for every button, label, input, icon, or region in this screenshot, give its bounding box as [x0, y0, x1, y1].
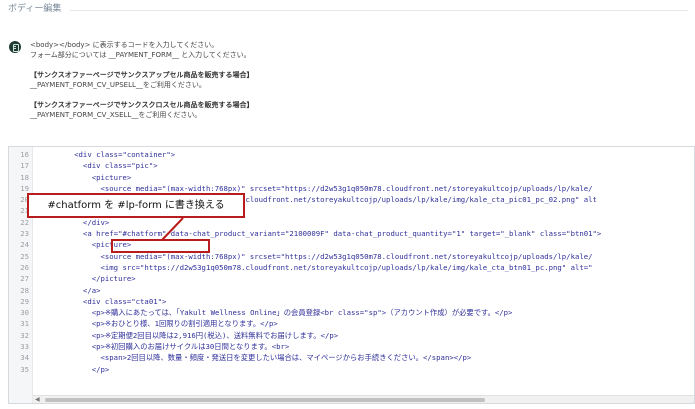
code-text[interactable]: <span>2回目以降、数量・頻度・発送日を変更したい場合は、マイページからお手… — [39, 352, 472, 363]
line-number: 22 — [20, 217, 29, 227]
code-line[interactable]: 18 <picture> — [9, 172, 694, 183]
line-number: 18 — [20, 172, 29, 182]
code-line[interactable]: 27 </picture> — [9, 273, 694, 284]
section-title: ボディー編集 — [8, 4, 62, 14]
line-number: 17 — [20, 161, 29, 171]
code-text[interactable]: <picture> — [39, 172, 132, 183]
code-line[interactable]: 29 <div class="cta01"> — [9, 296, 694, 307]
info-line: __PAYMENT_FORM_CV_XSELL__をご利用ください。 — [30, 111, 202, 119]
info-instructions: <body></body> に表示するコードを入力してください。 フォーム部分に… — [30, 40, 450, 120]
code-line[interactable]: 31 <p>※おひとり様、1回限りの割引適用となります。</p> — [9, 318, 694, 329]
line-number: 19 — [20, 183, 29, 193]
line-number: 31 — [20, 319, 29, 329]
code-text[interactable]: </picture> — [39, 273, 136, 284]
line-number: 32 — [20, 330, 29, 340]
code-lines[interactable]: 16 <div class="container"> 17 <div class=… — [9, 149, 694, 375]
scrollbar-thumb[interactable] — [45, 398, 485, 402]
code-text[interactable]: <p>※初回購入のお届けサイクルは30日間となります。<br> — [39, 341, 290, 352]
code-editor[interactable]: 16 <div class="container"> 17 <div class=… — [8, 146, 695, 404]
code-text[interactable]: <p>※おひとり様、1回限りの割引適用となります。</p> — [39, 318, 278, 329]
line-number: 16 — [20, 150, 29, 159]
info-line: __PAYMENT_FORM_CV_UPSELL__をご利用ください。 — [30, 81, 206, 89]
code-line[interactable]: 32 <p>※定期便2回目以降は2,916円(税込)、送料無料でお届けします。<… — [9, 330, 694, 341]
line-number: 30 — [20, 308, 29, 318]
code-text[interactable]: <div class="pic"> — [39, 160, 158, 171]
line-number: 28 — [20, 285, 29, 295]
code-line[interactable]: 35 </p> — [9, 364, 694, 375]
line-number: 34 — [20, 353, 29, 363]
code-text[interactable]: <p>※定期便2回目以降は2,916円(税込)、送料無料でお届けします。</p> — [39, 330, 338, 341]
code-line[interactable]: 17 <div class="pic"> — [9, 160, 694, 171]
info-line: <body></body> に表示するコードを入力してください。 — [30, 41, 219, 49]
code-line[interactable]: 26 <img src="https://d2w53g1q050m78.clou… — [9, 262, 694, 273]
code-text[interactable]: <div class="container"> — [39, 149, 175, 160]
section-divider — [70, 10, 688, 11]
code-line[interactable]: 16 <div class="container"> — [9, 149, 694, 160]
code-line[interactable]: 33 <p>※初回購入のお届けサイクルは30日間となります。<br> — [9, 341, 694, 352]
code-line[interactable]: 34 <span>2回目以降、数量・頻度・発送日を変更したい場合は、マイページか… — [9, 352, 694, 363]
clipboard-icon — [9, 41, 21, 53]
code-line[interactable]: 28 </a> — [9, 285, 694, 296]
horizontal-scrollbar[interactable]: ◀ — [33, 395, 694, 403]
line-number: 27 — [20, 274, 29, 284]
line-number: 33 — [20, 342, 29, 352]
line-number: 24 — [20, 240, 29, 250]
annotation-callout-text: #chatform を #lp-form に書き換える — [47, 200, 225, 211]
code-line[interactable]: 23 <a href="#chatform" data-chat_product… — [9, 228, 694, 239]
line-number: 25 — [20, 251, 29, 261]
line-number: 20 — [20, 195, 29, 205]
annotation-highlight-box — [111, 239, 210, 253]
code-text[interactable]: <div class="cta01"> — [39, 296, 166, 307]
code-line[interactable]: 22 </div> — [9, 217, 694, 228]
line-number: 26 — [20, 262, 29, 272]
info-heading-upsell: 【サンクスオファーページでサンクスアップセル商品を販売する場合】 — [30, 71, 254, 79]
info-line: フォーム部分については __PAYMENT_FORM__ と入力してください。 — [30, 51, 251, 59]
section-header: ボディー編集 — [8, 3, 688, 17]
line-number: 35 — [20, 364, 29, 374]
code-line[interactable]: 30 <p>※購入にあたっては、「Yakult Wellness Online」… — [9, 307, 694, 318]
line-number: 29 — [20, 296, 29, 306]
code-text[interactable]: </a> — [39, 285, 101, 296]
line-number: 23 — [20, 229, 29, 239]
info-heading-xsell: 【サンクスオファーページでサンクスクロスセル商品を販売する場合】 — [30, 101, 254, 109]
code-text[interactable]: </div> — [39, 217, 109, 228]
code-text[interactable]: <p>※購入にあたっては、「Yakult Wellness Online」の会員… — [39, 307, 513, 318]
code-text[interactable]: </p> — [39, 364, 110, 375]
code-text[interactable]: <img src="https://d2w53g1q050m78.cloudfr… — [39, 262, 593, 273]
line-number: 21 — [20, 206, 29, 216]
code-text[interactable]: <a href="#chatform" data-chat_product_va… — [39, 228, 601, 239]
annotation-callout: #chatform を #lp-form に書き換える — [27, 193, 245, 218]
scroll-left-icon[interactable]: ◀ — [35, 396, 40, 403]
